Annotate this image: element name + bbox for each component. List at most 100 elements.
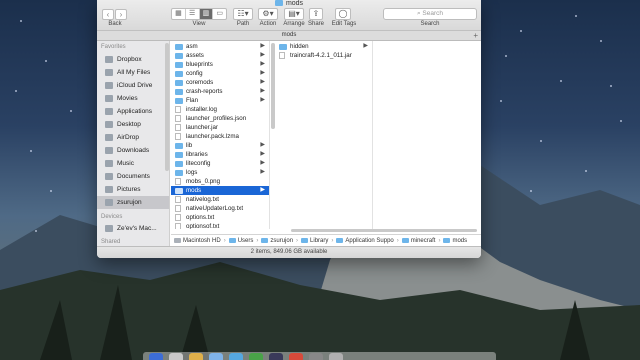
item-name: installer.log (186, 106, 217, 113)
path-crumb[interactable]: minecraft (401, 238, 435, 244)
folder-row[interactable]: coremods ▶ (171, 78, 269, 87)
folder-row[interactable]: assets ▶ (171, 51, 269, 60)
sidebar-item-label: All My Files (117, 69, 151, 76)
item-name: nativeUpdaterLog.txt (186, 205, 244, 212)
launchpad-dock-icon[interactable] (169, 353, 183, 360)
sidebar-item-documents[interactable]: Documents (97, 170, 169, 183)
path-crumb[interactable]: Library (301, 238, 328, 244)
file-row[interactable]: traincraft-4.2.1_011.jar (275, 51, 372, 60)
back-button[interactable]: ‹ (102, 9, 114, 20)
folder-row[interactable]: Flan ▶ (171, 96, 269, 105)
folder-row[interactable]: hidden ▶ (275, 42, 372, 51)
folder-row[interactable]: lib ▶ (171, 141, 269, 150)
folder-icon (336, 238, 344, 243)
chrome-dock-icon[interactable] (289, 353, 303, 360)
search-field[interactable]: ⌕ Search (383, 8, 477, 20)
horizontal-scroll-thumb[interactable] (291, 229, 477, 232)
icon-view-icon[interactable]: ▦ (172, 9, 186, 19)
folder-icon (175, 43, 183, 50)
devices-list: Ze'ev's Mac... (97, 222, 169, 235)
arrange-button[interactable]: ▤▾ (284, 8, 304, 20)
path-crumb[interactable]: Application Suppo (336, 238, 394, 244)
edit-tags-button[interactable]: ◯ (335, 8, 351, 20)
file-row[interactable]: nativeUpdaterLog.txt (171, 204, 269, 213)
sidebar-item-desktop[interactable]: Desktop (97, 118, 169, 131)
coverflow-view-icon[interactable]: ▭ (213, 9, 226, 19)
file-row[interactable]: mobs_0.png (171, 177, 269, 186)
file-row[interactable]: launcher.pack.lzma (171, 132, 269, 141)
forward-button[interactable]: › (115, 9, 127, 20)
path-crumb[interactable]: Users (228, 238, 253, 244)
action-gear-button[interactable]: ⚙▾ (258, 8, 278, 20)
terminal-dock-icon[interactable] (269, 353, 283, 360)
view-mode-selector[interactable]: ▦ ☰ ▥ ▭ (171, 8, 227, 20)
file-row[interactable]: launcher.jar (171, 123, 269, 132)
safari-dock-icon[interactable] (209, 353, 223, 360)
desktop-icon (105, 121, 113, 128)
sidebar-item-movies[interactable]: Movies (97, 92, 169, 105)
sidebar-item-dropbox[interactable]: Dropbox (97, 53, 169, 66)
folder-row[interactable]: config ▶ (171, 69, 269, 78)
path-bar: Macintosh HD › Users › zsurujon › Library › Appl… (171, 234, 481, 246)
finder-window[interactable]: mods ‹ › Back ▦ ☰ ▥ ▭ View ☷▾ Path ⚙▾ Ac… (97, 0, 481, 258)
chevron-right-icon: ▶ (260, 79, 265, 85)
chevron-right-icon: ▶ (260, 151, 265, 157)
action-label: Action (259, 21, 277, 27)
folder-row[interactable]: asm ▶ (171, 42, 269, 51)
sidebar-item-applications[interactable]: Applications (97, 105, 169, 118)
column-mods: hidden ▶ traincraft-4.2.1_011.jar (275, 41, 373, 229)
file-row[interactable]: launcher_profiles.json (171, 114, 269, 123)
settings-dock-icon[interactable] (309, 353, 323, 360)
folder-row[interactable]: libraries ▶ (171, 150, 269, 159)
laptop-icon (105, 225, 113, 232)
dropbox-icon (105, 56, 113, 63)
folder-row[interactable]: crash-reports ▶ (171, 87, 269, 96)
file-row[interactable]: options.txt (171, 213, 269, 222)
path-button[interactable]: ☷▾ (233, 8, 253, 20)
folder-icon (175, 70, 183, 77)
sidebar-item-all-my-files[interactable]: All My Files (97, 66, 169, 79)
sidebar-scrollbar[interactable] (165, 43, 169, 171)
folder-icon (175, 88, 183, 95)
notes-dock-icon[interactable] (189, 353, 203, 360)
path-crumb[interactable]: Macintosh HD (174, 238, 221, 244)
dock (143, 352, 496, 360)
folder-row[interactable]: liteconfig ▶ (171, 159, 269, 168)
folder-row[interactable]: mods ▶ (171, 186, 269, 195)
file-icon (175, 196, 181, 203)
minecraft-dock-icon[interactable] (249, 353, 263, 360)
tab-title: mods (281, 32, 297, 38)
file-row[interactable]: nativelog.txt (171, 195, 269, 204)
path-crumb[interactable]: zsurujon (261, 238, 293, 244)
new-tab-button[interactable]: + (473, 31, 478, 40)
folder-row[interactable]: blueprints ▶ (171, 60, 269, 69)
path-crumb[interactable]: mods (443, 238, 467, 244)
trash-dock-icon[interactable] (329, 353, 343, 360)
finder-dock-icon[interactable] (149, 353, 163, 360)
sidebar-item-ze-ev-s-mac[interactable]: Ze'ev's Mac... (97, 222, 169, 235)
sidebar-item-pictures[interactable]: Pictures (97, 183, 169, 196)
column-view-icon[interactable]: ▥ (199, 9, 214, 19)
sidebar-item-downloads[interactable]: Downloads (97, 144, 169, 157)
star-decoration (70, 110, 72, 112)
folder-icon (175, 151, 183, 158)
finder-toolbar: mods ‹ › Back ▦ ☰ ▥ ▭ View ☷▾ Path ⚙▾ Ac… (97, 0, 481, 31)
sidebar-item-label: zsurujon (117, 199, 142, 206)
sidebar-item-music[interactable]: Music (97, 157, 169, 170)
sidebar-item-airdrop[interactable]: AirDrop (97, 131, 169, 144)
list-view-icon[interactable]: ☰ (186, 9, 200, 19)
mail-dock-icon[interactable] (229, 353, 243, 360)
sidebar-item-icloud-drive[interactable]: iCloud Drive (97, 79, 169, 92)
folder-icon (175, 52, 183, 59)
cloud-icon (105, 82, 113, 89)
file-row[interactable]: optionsof.txt (171, 222, 269, 229)
item-name: libraries (186, 151, 208, 158)
folder-row[interactable]: logs ▶ (171, 168, 269, 177)
chevron-right-icon: ▶ (260, 97, 265, 103)
sidebar-item-zsurujon[interactable]: zsurujon (97, 196, 169, 209)
horizontal-scrollbar[interactable] (171, 229, 481, 233)
file-row[interactable]: installer.log (171, 105, 269, 114)
chevron-right-icon: ▶ (260, 70, 265, 76)
share-button[interactable]: ⇪ (309, 8, 323, 20)
folder-icon (175, 61, 183, 68)
